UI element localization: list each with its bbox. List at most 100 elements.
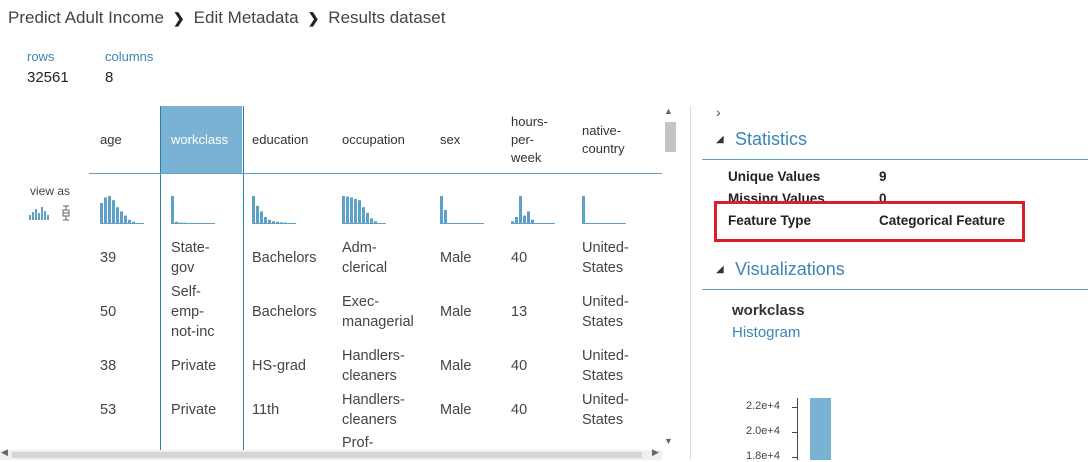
collapse-visualizations-icon[interactable]: ◢ [716,264,724,275]
table-cell-text: 40 [511,402,528,418]
table-cell-text: 39 [100,250,117,266]
sparkline-bar [100,203,103,224]
column-header-occupation[interactable]: occupation [342,131,405,149]
breadcrumb-item-experiment[interactable]: Predict Adult Income [8,8,164,28]
table-cell-occupation: Exec-managerial [342,292,414,332]
table-cell-occupation: Handlers-cleaners [342,390,405,430]
column-header-text: sex [440,132,461,147]
table-cell-workclass: Self-emp-not-inc [171,282,215,342]
table-cell-text: 13 [511,304,528,320]
columns-label: columns [105,49,154,64]
column-sparkline-sex[interactable] [440,194,484,224]
table-cell-text: Male [440,358,472,374]
table-cell-workclass: Private [171,356,216,376]
column-sparkline-hours-per-week[interactable] [511,194,555,224]
column-sparkline-education[interactable] [252,194,296,224]
table-cell-sex: Male [440,302,471,322]
vertical-scroll-thumb[interactable] [665,122,676,152]
table-cell-occupation: Handlers-cleaners [342,346,405,386]
horizontal-scroll-thumb[interactable] [12,452,642,458]
table-cell-text: Male [440,304,472,320]
table-cell-text: Private [171,402,217,418]
rows-value: 32561 [27,69,69,86]
table-cell-sex: Male [440,248,471,268]
column-header-native-country[interactable]: native-country [582,122,625,158]
table-cell-text: managerial [342,314,414,330]
column-header-text: workclass [171,132,229,147]
table-cell-text: Private [171,358,217,374]
table-cell-education: Bachelors [252,248,316,268]
sparkline-bar [108,196,111,224]
scroll-up-icon[interactable]: ▲ [664,106,673,116]
statistics-section-title[interactable]: Statistics [735,129,807,150]
column-header-hours-per-week[interactable]: hours-per-week [511,113,548,167]
table-cell-hours-per-week: 40 [511,248,527,268]
collapse-statistics-icon[interactable]: ◢ [716,134,724,145]
sparkline-bar [252,196,255,224]
table-cell-workclass: State-gov [171,238,210,278]
table-cell-text: States [582,314,624,330]
table-cell-hours-per-week: 40 [511,356,527,376]
table-cell-education: HS-grad [252,356,306,376]
column-header-text: education [252,132,309,147]
column-header-workclass[interactable]: workclass [171,131,228,149]
sparkline-bar [346,196,349,224]
y-tick-label: 2.2e+4 [746,400,780,412]
histogram-view-icon[interactable] [29,207,49,220]
expand-panel-icon[interactable]: › [716,104,721,120]
y-tick-label: 1.8e+4 [746,450,780,462]
column-header-education[interactable]: education [252,131,308,149]
breadcrumb-item-output: Results dataset [328,8,446,27]
sparkline-bar [124,215,127,224]
table-cell-age: 38 [100,356,116,376]
visualizations-section-title[interactable]: Visualizations [735,259,845,280]
sparkline-bar [350,197,353,224]
table-cell-education: Bachelors [252,302,316,322]
table-cell-text: Bachelors [252,250,317,266]
table-cell-age: 50 [100,302,116,322]
breadcrumb: Predict Adult Income ❯ Edit Metadata ❯ R… [8,8,445,28]
sparkline-bar [362,207,365,224]
table-cell-text: Bachelors [252,304,317,320]
chevron-right-icon: ❯ [307,9,320,26]
breadcrumb-item-module[interactable]: Edit Metadata [194,8,299,28]
sparkline-bar [104,197,107,224]
column-header-sex[interactable]: sex [440,131,460,149]
columns-value: 8 [105,69,114,86]
table-cell-text: emp- [171,304,205,320]
column-header-age[interactable]: age [100,131,122,149]
y-tick-label: 2.0e+4 [746,425,780,437]
sparkline-bar [366,212,369,224]
histogram-bar[interactable] [810,398,831,460]
sparkline-bar [527,211,530,224]
table-cell-hours-per-week: 13 [511,302,527,322]
column-sparkline-age[interactable] [100,194,144,224]
scroll-right-icon[interactable]: ▶ [652,447,659,458]
table-cell-text: Exec- [342,294,380,310]
column-sparkline-native-country[interactable] [582,194,626,224]
panel-divider [690,106,691,460]
table-cell-text: State- [171,240,210,256]
table-cell-hours-per-week: 40 [511,400,527,420]
scroll-down-icon[interactable]: ▼ [664,436,673,446]
view-as-toggle [29,205,70,221]
boxplot-view-icon[interactable] [62,205,70,221]
table-cell-text: Handlers- [342,392,405,408]
column-sparkline-workclass[interactable] [171,194,215,224]
header-divider [89,173,662,174]
table-cell-age: 39 [100,248,116,268]
sparkline-bar [582,196,585,224]
histogram-y-axis [797,398,798,460]
column-sparkline-occupation[interactable] [342,194,386,224]
table-cell-text: HS-grad [252,358,306,374]
table-cell-sex: Male [440,400,471,420]
column-header-text: occupation [342,132,405,147]
scroll-left-icon[interactable]: ◀ [1,447,8,458]
visualization-type[interactable]: Histogram [732,324,800,341]
rows-label: rows [27,49,55,64]
table-cell-text: 53 [100,402,117,418]
sparkline-bar [260,211,263,224]
table-cell-native-country: United- States [582,238,629,278]
visualization-column-name: workclass [732,302,805,319]
table-vertical-scrollbar[interactable] [662,106,678,451]
